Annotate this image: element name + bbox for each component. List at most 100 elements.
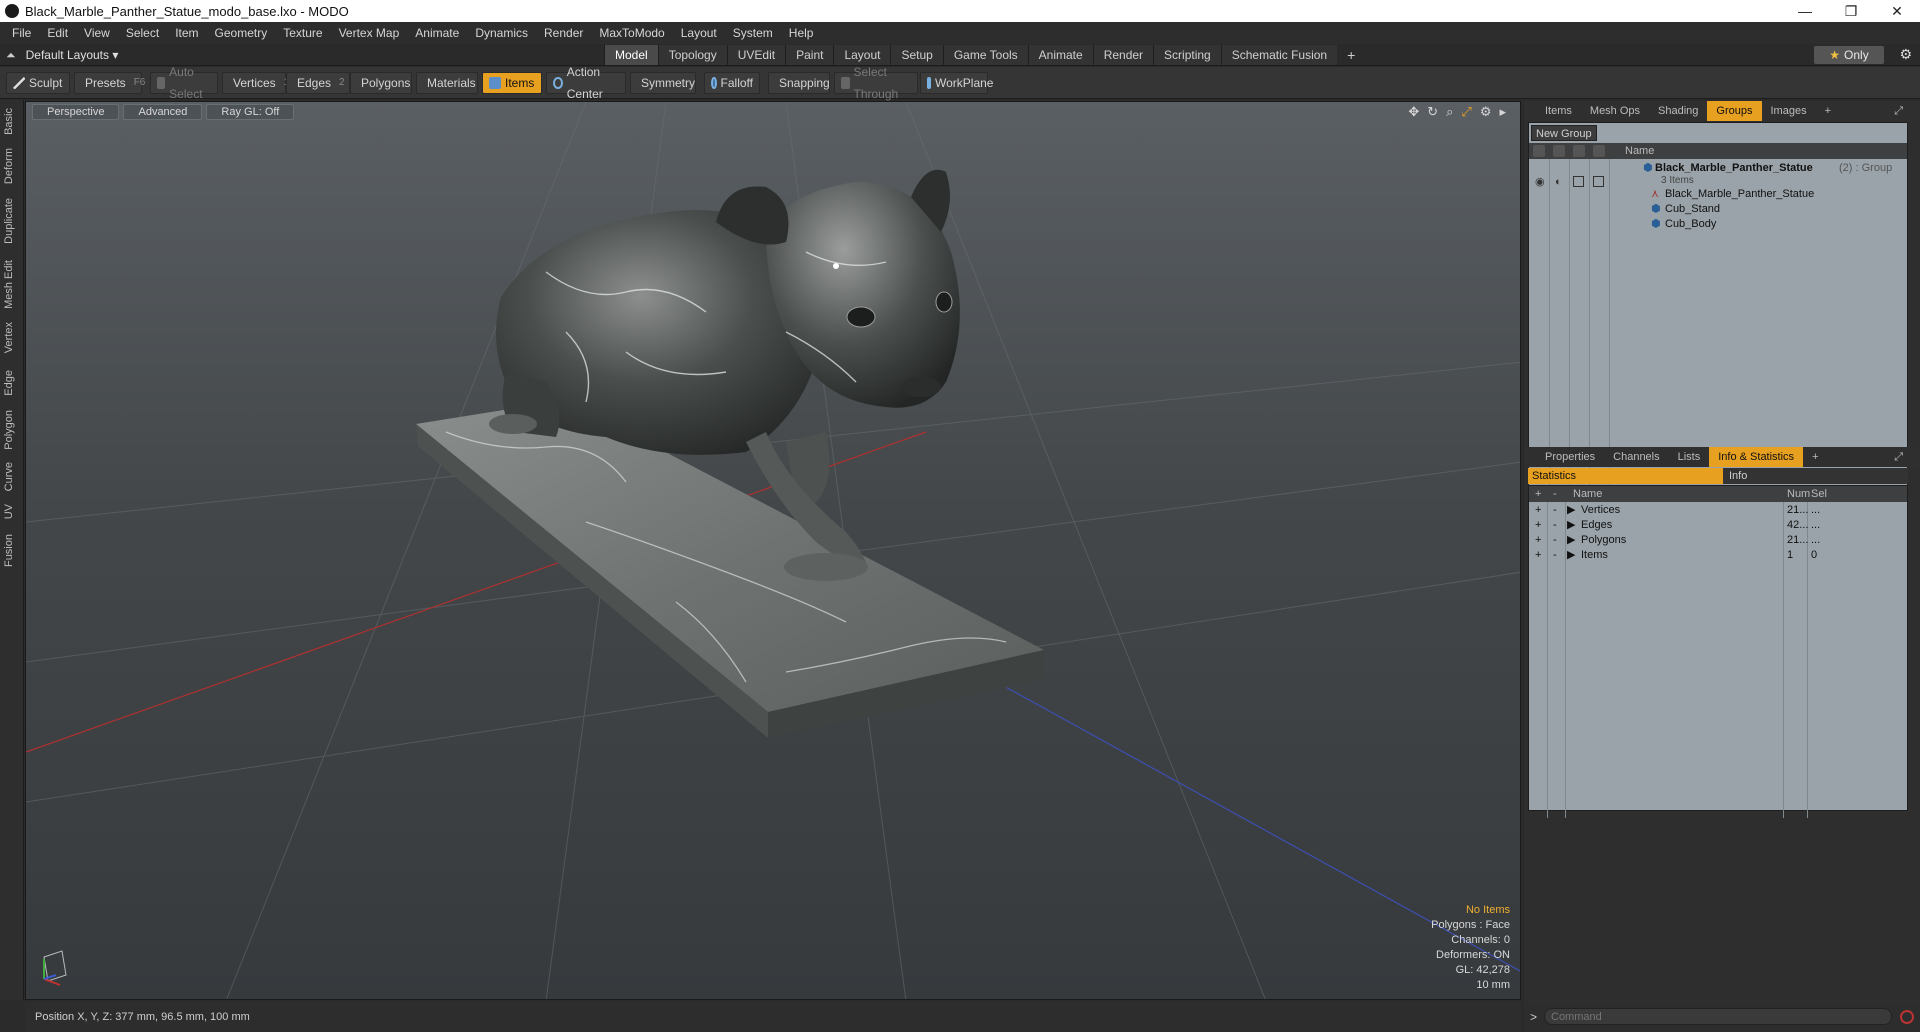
snapping-button[interactable]: Snapping [768, 72, 830, 94]
visibility-column-icon[interactable] [1533, 145, 1545, 157]
menu-file[interactable]: File [4, 26, 39, 40]
menu-view[interactable]: View [76, 26, 118, 40]
viewport-expand-icon[interactable]: ▸ [1499, 104, 1506, 120]
lefttab-curve[interactable]: Curve [3, 462, 15, 491]
tab-channels[interactable]: Channels [1604, 447, 1668, 467]
polygons-button[interactable]: Polygons [350, 72, 412, 94]
remove-icon[interactable]: - [1553, 548, 1557, 563]
tab-groups[interactable]: Groups [1707, 101, 1762, 121]
add-icon[interactable]: + [1535, 518, 1541, 533]
rotate-view-icon[interactable]: ↻ [1427, 104, 1438, 120]
add-icon[interactable]: + [1535, 533, 1541, 548]
lefttab-uv[interactable]: UV [3, 504, 15, 519]
menu-system[interactable]: System [725, 26, 781, 40]
remove-all-icon[interactable]: - [1553, 486, 1557, 502]
menu-maxtomodo[interactable]: MaxToModo [591, 26, 672, 40]
statistics-tab[interactable]: Statistics [1528, 468, 1723, 484]
lefttab-vertex[interactable]: Vertex [3, 322, 15, 353]
only-toggle[interactable]: ★ Only [1814, 46, 1884, 64]
lefttab-mesh-edit[interactable]: Mesh Edit [3, 260, 15, 309]
vertices-button[interactable]: Vertices 1 [222, 72, 289, 94]
tab-paint[interactable]: Paint [785, 45, 834, 65]
tab-animate[interactable]: Animate [1027, 45, 1093, 65]
tab-shading[interactable]: Shading [1649, 101, 1707, 121]
sel-header[interactable]: Sel [1811, 486, 1827, 502]
select-through-button[interactable]: Select Through [834, 65, 918, 101]
expand-bottom-panel-icon[interactable]: ⤢ [1885, 447, 1912, 467]
tab-scripting[interactable]: Scripting [1153, 45, 1221, 65]
new-group-button[interactable]: New Group [1531, 125, 1597, 141]
gear-icon[interactable]: ⚙ [1899, 46, 1912, 63]
auto-select-button[interactable]: Auto Select [150, 65, 218, 101]
name-column-header[interactable]: Name [1625, 143, 1654, 159]
collapse-icon[interactable]: ⏶ [6, 48, 16, 63]
select-column-icon[interactable] [1593, 145, 1605, 157]
lefttab-duplicate[interactable]: Duplicate [3, 198, 15, 244]
lefttab-fusion[interactable]: Fusion [3, 534, 15, 567]
num-header[interactable]: Num [1787, 486, 1810, 502]
info-tab[interactable]: Info [1723, 468, 1908, 484]
lefttab-basic[interactable]: Basic [3, 108, 15, 135]
expand-arrow-icon[interactable]: ▶ [1567, 518, 1575, 533]
group-child-row[interactable]: ⬢ Cub_Body [1529, 217, 1907, 232]
expand-arrow-icon[interactable]: ▶ [1567, 533, 1575, 548]
tab-schematic-fusion[interactable]: Schematic Fusion [1220, 45, 1338, 65]
remove-icon[interactable]: - [1553, 533, 1557, 548]
menu-help[interactable]: Help [781, 26, 822, 40]
tab-properties[interactable]: Properties [1536, 447, 1604, 467]
tab-uvedit[interactable]: UVEdit [726, 45, 786, 65]
menu-geometry[interactable]: Geometry [207, 26, 276, 40]
add-bottom-tab-button[interactable]: + [1803, 447, 1827, 467]
tab-items[interactable]: Items [1536, 101, 1581, 121]
raygl-button[interactable]: Ray GL: Off [206, 104, 295, 120]
add-all-icon[interactable]: + [1535, 486, 1541, 502]
menu-item[interactable]: Item [167, 26, 206, 40]
menu-animate[interactable]: Animate [407, 26, 467, 40]
table-row[interactable]: + - ▶ Edges 42... ... [1529, 518, 1907, 533]
menu-layout[interactable]: Layout [673, 26, 725, 40]
menu-edit[interactable]: Edit [39, 26, 76, 40]
render-column-icon[interactable] [1553, 145, 1565, 157]
table-row[interactable]: + - ▶ Vertices 21... ... [1529, 503, 1907, 518]
tab-images[interactable]: Images [1762, 101, 1816, 121]
lefttab-edge[interactable]: Edge [3, 370, 15, 396]
edges-button[interactable]: Edges 2 [286, 72, 350, 94]
falloff-button[interactable]: Falloff [704, 72, 760, 94]
add-panel-tab-button[interactable]: + [1816, 101, 1840, 121]
presets-button[interactable]: Presets F6 [74, 72, 145, 94]
tab-render[interactable]: Render [1092, 45, 1154, 65]
menu-dynamics[interactable]: Dynamics [467, 26, 536, 40]
table-row[interactable]: + - ▶ Polygons 21... ... [1529, 533, 1907, 548]
close-button[interactable]: ✕ [1874, 0, 1920, 22]
table-row[interactable]: + - ▶ Items 1 0 [1529, 548, 1907, 563]
menu-render[interactable]: Render [536, 26, 591, 40]
minimize-button[interactable]: — [1782, 0, 1828, 22]
add-tab-button[interactable]: + [1337, 45, 1365, 65]
maximize-button[interactable]: ❐ [1828, 0, 1874, 22]
viewport-settings-icon[interactable]: ⚙ [1480, 104, 1492, 120]
name-header[interactable]: Name [1573, 486, 1602, 502]
action-center-button[interactable]: Action Center [546, 65, 626, 101]
items-button[interactable]: Items [482, 72, 542, 94]
shading-mode-button[interactable]: Advanced [123, 104, 203, 120]
command-input[interactable] [1544, 1008, 1892, 1025]
3d-viewport[interactable]: Perspective Advanced Ray GL: Off ✥ ↻ ⌕ ⤢… [25, 101, 1521, 1000]
tab-mesh-ops[interactable]: Mesh Ops [1581, 101, 1649, 121]
lefttab-polygon[interactable]: Polygon [3, 410, 15, 450]
sculpt-button[interactable]: Sculpt [6, 72, 70, 94]
symmetry-button[interactable]: Symmetry [630, 72, 696, 94]
remove-icon[interactable]: - [1553, 518, 1557, 533]
add-icon[interactable]: + [1535, 548, 1541, 563]
record-macro-icon[interactable] [1900, 1010, 1914, 1024]
expand-arrow-icon[interactable]: ▶ [1567, 503, 1575, 518]
materials-button[interactable]: Materials [416, 72, 478, 94]
menu-texture[interactable]: Texture [275, 26, 330, 40]
move-view-icon[interactable]: ✥ [1408, 104, 1419, 120]
group-child-row[interactable]: ⬢ Cub_Stand [1529, 202, 1907, 217]
menu-select[interactable]: Select [118, 26, 167, 40]
tab-topology[interactable]: Topology [657, 45, 727, 65]
expand-arrow-icon[interactable]: ▶ [1567, 548, 1575, 563]
lock-column-icon[interactable] [1573, 145, 1585, 157]
menu-vertex-map[interactable]: Vertex Map [331, 26, 408, 40]
view-mode-button[interactable]: Perspective [32, 104, 120, 120]
